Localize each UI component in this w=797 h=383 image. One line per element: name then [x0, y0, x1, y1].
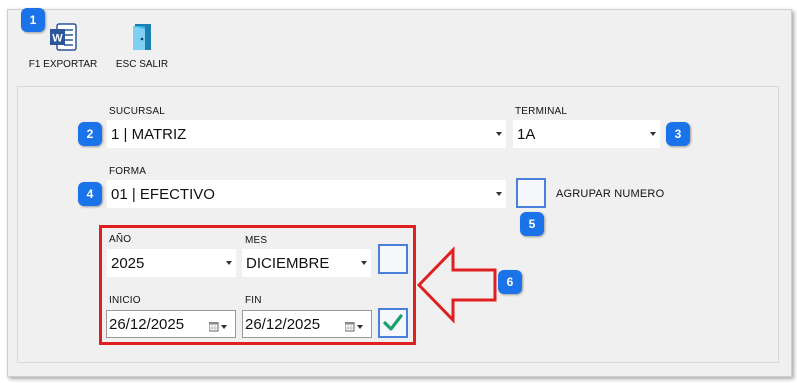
inicio-date-picker[interactable]: 26/12/2025: [106, 310, 236, 338]
anio-label: AÑO: [109, 234, 132, 245]
calendar-icon[interactable]: [208, 319, 229, 337]
export-label: F1 EXPORTAR: [28, 59, 98, 70]
callout-badge-5: 5: [520, 212, 544, 236]
fin-date-picker[interactable]: 26/12/2025: [242, 310, 372, 338]
door-exit-icon: [112, 22, 172, 55]
sucursal-label: SUCURSAL: [109, 106, 166, 117]
forma-select[interactable]: 01 | EFECTIVO: [107, 180, 506, 208]
exit-label: ESC SALIR: [115, 59, 169, 70]
sucursal-value: 1 | MATRIZ: [111, 126, 187, 143]
anio-select[interactable]: 2025: [107, 249, 236, 277]
sucursal-select[interactable]: 1 | MATRIZ: [107, 120, 506, 148]
fin-label: FIN: [245, 295, 262, 306]
agrupar-numero-label: AGRUPAR NUMERO: [556, 188, 665, 200]
callout-badge-4: 4: [78, 182, 102, 206]
chevron-down-icon: [361, 261, 367, 265]
callout-badge-6: 6: [498, 270, 522, 294]
terminal-select[interactable]: 1A: [513, 120, 660, 148]
chevron-down-icon: [496, 192, 502, 196]
terminal-value: 1A: [517, 126, 536, 143]
mes-select[interactable]: DICIEMBRE: [242, 249, 371, 277]
callout-badge-3: 3: [666, 122, 690, 146]
chevron-down-icon: [650, 132, 656, 136]
inicio-label: INICIO: [109, 295, 141, 306]
date-range-checkbox[interactable]: [378, 308, 408, 338]
anio-value: 2025: [111, 255, 145, 272]
chevron-down-icon: [496, 132, 502, 136]
agrupar-numero-checkbox[interactable]: [516, 178, 546, 208]
forma-value: 01 | EFECTIVO: [111, 186, 215, 203]
inicio-value: 26/12/2025: [109, 316, 185, 333]
forma-label: FORMA: [109, 166, 147, 177]
callout-badge-2: 2: [78, 122, 102, 146]
callout-badge-1: 1: [21, 8, 45, 32]
checkmark-icon: [383, 314, 403, 331]
fin-value: 26/12/2025: [245, 316, 321, 333]
highlight-arrow-icon: [416, 246, 497, 324]
month-filter-checkbox[interactable]: [378, 244, 408, 274]
mes-label: MES: [245, 235, 268, 246]
calendar-icon[interactable]: [344, 319, 365, 337]
svg-text:W: W: [52, 33, 63, 45]
terminal-label: TERMINAL: [515, 106, 568, 117]
mes-value: DICIEMBRE: [246, 255, 330, 272]
exit-button[interactable]: ESC SALIR: [112, 22, 172, 70]
chevron-down-icon: [226, 261, 232, 265]
